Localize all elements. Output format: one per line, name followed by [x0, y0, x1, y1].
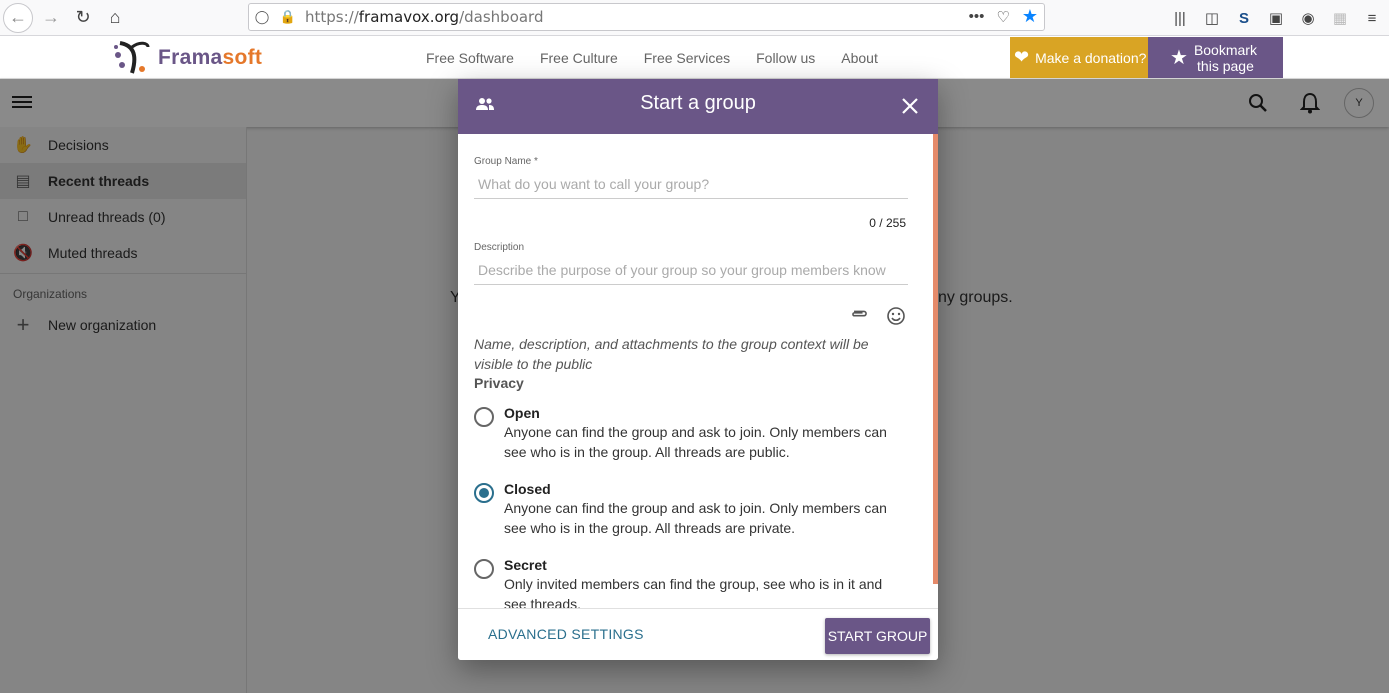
option-name: Closed	[504, 481, 551, 497]
bookmark-label-2: this page	[1197, 57, 1254, 74]
dialog-footer: ADVANCED SETTINGS START GROUP	[458, 608, 938, 660]
close-icon[interactable]	[898, 94, 922, 118]
privacy-option-closed[interactable]: Closed Anyone can find the group and ask…	[474, 481, 908, 538]
lock-icon[interactable]: 🔒	[275, 9, 301, 25]
start-group-button[interactable]: START GROUP	[825, 618, 930, 654]
advanced-settings-button[interactable]: ADVANCED SETTINGS	[488, 626, 644, 642]
forward-button[interactable]: →	[37, 4, 65, 32]
star-icon: ★	[1170, 47, 1188, 69]
extension-box-icon[interactable]: ▣	[1267, 9, 1285, 27]
extension-grid-icon[interactable]: ▦	[1331, 9, 1349, 27]
description-input[interactable]: Describe the purpose of your group so yo…	[474, 253, 908, 285]
heart-icon: ❤	[1014, 47, 1030, 67]
radio-closed[interactable]	[474, 483, 494, 503]
shield-icon[interactable]: ◯	[249, 9, 275, 25]
bookmark-label-1: Bookmark	[1193, 41, 1257, 58]
extension-s-icon[interactable]: S	[1235, 10, 1253, 27]
account-icon[interactable]: ◉	[1299, 9, 1317, 27]
page-actions-icon[interactable]: •••	[969, 8, 985, 25]
option-desc: Anyone can find the group and ask to joi…	[504, 500, 887, 536]
framasoft-logo-icon	[114, 41, 150, 74]
logo-text-a: Frama	[158, 46, 223, 69]
bookmark-button[interactable]: ★ Bookmark this page	[1148, 37, 1283, 78]
privacy-option-secret[interactable]: Secret Only invited members can find the…	[474, 557, 908, 608]
nav-about[interactable]: About	[828, 50, 891, 66]
nav-free-culture[interactable]: Free Culture	[527, 50, 631, 66]
emoji-icon[interactable]	[886, 306, 906, 326]
group-name-field[interactable]: Group Name * What do you want to call yo…	[474, 156, 908, 199]
dialog-title: Start a group	[640, 92, 756, 114]
pocket-icon[interactable]: ♡	[996, 8, 1009, 26]
option-name: Secret	[504, 557, 547, 573]
privacy-heading: Privacy	[474, 375, 524, 391]
sidebar-icon[interactable]: ◫	[1203, 9, 1221, 27]
donate-button[interactable]: ❤ Make a donation?	[1010, 37, 1148, 78]
description-field[interactable]: Description Describe the purpose of your…	[474, 242, 908, 285]
donate-label: Make a donation?	[1035, 49, 1147, 66]
dialog-header: Start a group	[458, 79, 938, 134]
nav-follow-us[interactable]: Follow us	[743, 50, 828, 66]
radio-open[interactable]	[474, 407, 494, 427]
nav-free-services[interactable]: Free Services	[631, 50, 743, 66]
privacy-option-open[interactable]: Open Anyone can find the group and ask t…	[474, 405, 908, 462]
menu-icon[interactable]: ≡	[1363, 10, 1381, 27]
dialog-body: Group Name * What do you want to call yo…	[458, 134, 938, 608]
framasoft-logo[interactable]: Framasoft	[112, 37, 262, 79]
option-desc: Only invited members can find the group,…	[504, 576, 883, 608]
option-desc: Anyone can find the group and ask to joi…	[504, 424, 887, 460]
library-icon[interactable]: |||	[1171, 10, 1189, 27]
site-nav: Free Software Free Culture Free Services…	[413, 37, 891, 79]
public-note: Name, description, and attachments to th…	[474, 336, 869, 372]
url-text: https://framavox.org/dashboard	[305, 8, 544, 26]
dialog-scrollbar[interactable]	[933, 134, 938, 584]
logo-text-b: soft	[222, 46, 263, 69]
back-button[interactable]: ←	[3, 2, 33, 33]
option-name: Open	[504, 405, 540, 421]
group-name-input[interactable]: What do you want to call your group?	[474, 167, 908, 199]
reload-button[interactable]: ↻	[69, 4, 97, 32]
start-group-dialog: Start a group Group Name * What do you w…	[458, 79, 938, 660]
radio-secret[interactable]	[474, 559, 494, 579]
group-name-label: Group Name *	[474, 156, 538, 167]
description-label: Description	[474, 242, 525, 253]
attachment-icon[interactable]	[850, 306, 868, 324]
char-counter: 0 / 255	[869, 216, 906, 230]
browser-toolbar: ← → ↻ ⌂ ◯ 🔒 https://framavox.org/dashboa…	[0, 0, 1389, 36]
framasoft-bar: Framasoft Free Software Free Culture Fre…	[0, 37, 1389, 79]
nav-free-software[interactable]: Free Software	[413, 50, 527, 66]
bookmark-star-icon[interactable]: ★	[1022, 6, 1038, 27]
url-bar[interactable]: ◯ 🔒 https://framavox.org/dashboard ••• ♡…	[248, 3, 1045, 31]
home-button[interactable]: ⌂	[101, 4, 129, 32]
